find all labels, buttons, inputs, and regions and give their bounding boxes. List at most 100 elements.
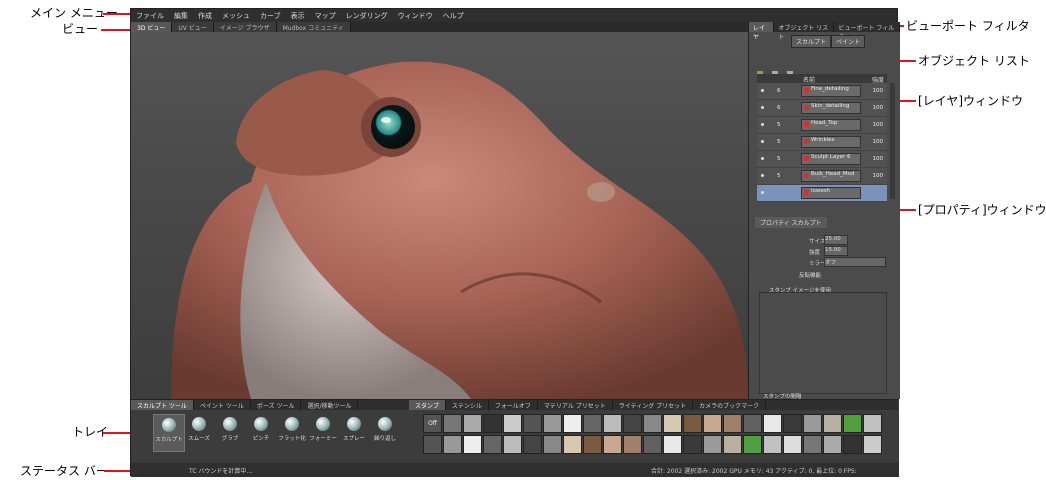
visibility-icon[interactable] xyxy=(761,123,764,126)
view-tab-3[interactable]: Mudbox コミュニティ xyxy=(276,22,351,32)
menu-item-5[interactable]: 表示 xyxy=(286,11,310,21)
stamp-thumbnail[interactable] xyxy=(783,435,802,454)
menu-item-0[interactable]: ファイル xyxy=(131,11,169,21)
visibility-icon[interactable] xyxy=(761,89,764,92)
stamp-thumbnail[interactable] xyxy=(643,435,662,454)
tool-0[interactable]: スカルプト xyxy=(153,414,185,452)
stamp-thumbnail[interactable] xyxy=(663,414,682,433)
stamp-thumbnail[interactable] xyxy=(723,414,742,433)
layer-row[interactable]: 5 Bulk_Head_Mod 100 xyxy=(757,168,887,185)
stamp-thumbnail[interactable] xyxy=(823,414,842,433)
stamp-thumbnail[interactable] xyxy=(503,414,522,433)
stamp-thumbnail[interactable] xyxy=(803,435,822,454)
layer-weight[interactable]: 100 xyxy=(873,122,884,128)
stamp-thumbnail[interactable] xyxy=(443,435,462,454)
layer-name-chip[interactable]: Skin_detailing xyxy=(801,102,861,114)
stamp-thumbnail[interactable] xyxy=(843,435,862,454)
stamp-thumbnail[interactable] xyxy=(703,414,722,433)
stamp-thumbnail[interactable] xyxy=(603,435,622,454)
menu-item-8[interactable]: ウィンドウ xyxy=(393,11,438,21)
stamp-thumbnail[interactable] xyxy=(563,414,582,433)
stamp-thumbnail[interactable] xyxy=(743,414,762,433)
layer-name-chip[interactable]: Head_Top xyxy=(801,119,861,131)
stamp-thumbnail[interactable] xyxy=(443,414,462,433)
3d-viewport[interactable] xyxy=(131,32,748,399)
menu-item-1[interactable]: 編集 xyxy=(169,11,193,21)
stamp-thumbnail[interactable] xyxy=(803,414,822,433)
stamp-thumbnail[interactable] xyxy=(663,435,682,454)
tray-tab-2[interactable]: ポーズ ツール xyxy=(251,400,302,410)
stamp-thumbnail[interactable] xyxy=(583,414,602,433)
layer-weight[interactable]: 100 xyxy=(873,105,884,111)
stamp-thumbnail[interactable] xyxy=(543,435,562,454)
tray-tab-1[interactable]: ペイント ツール xyxy=(194,400,251,410)
stamp-thumbnail[interactable] xyxy=(603,414,622,433)
right-tab-1[interactable]: オブジェクト リスト xyxy=(774,22,835,41)
mirror-select[interactable]: オフ xyxy=(824,257,886,267)
stamp-tab-2[interactable]: フォールオフ xyxy=(489,400,538,410)
tool-4[interactable]: フラット化 xyxy=(277,414,307,450)
layer-weight[interactable]: 100 xyxy=(873,156,884,162)
stamp-thumbnail[interactable] xyxy=(683,435,702,454)
visibility-icon[interactable] xyxy=(761,106,764,109)
tray-tab-3[interactable]: 選択/移動ツール xyxy=(301,400,359,410)
stamp-thumbnail[interactable] xyxy=(863,414,882,433)
stamp-thumbnail[interactable] xyxy=(703,435,722,454)
stamp-thumbnail[interactable] xyxy=(463,435,482,454)
right-tab-2[interactable]: ビューポート フィルタ xyxy=(834,22,900,41)
visibility-icon[interactable] xyxy=(761,174,764,177)
layer-name-chip[interactable]: Fine_detailing xyxy=(801,85,861,97)
visibility-icon[interactable] xyxy=(761,140,764,143)
tool-5[interactable]: フォーミー xyxy=(308,414,338,450)
toad-model-render[interactable] xyxy=(131,32,748,399)
tray-tab-0[interactable]: スカルプト ツール xyxy=(131,400,194,410)
stamp-thumbnail[interactable] xyxy=(863,435,882,454)
layer-list-scrollbar[interactable] xyxy=(890,83,895,199)
layer-row[interactable]: 5 Head_Top 100 xyxy=(757,117,887,134)
tool-1[interactable]: スムーズ xyxy=(184,414,214,450)
stamp-thumbnail[interactable] xyxy=(683,414,702,433)
menu-item-7[interactable]: レンダリング xyxy=(341,11,393,21)
view-tab-2[interactable]: イメージ ブラウザ xyxy=(213,22,277,32)
layer-row[interactable]: 6 Skin_detailing 100 xyxy=(757,100,887,117)
stamp-thumbnail[interactable] xyxy=(523,414,542,433)
stamp-thumbnail[interactable] xyxy=(763,414,782,433)
stamp-thumbnail[interactable] xyxy=(823,435,842,454)
visibility-icon[interactable] xyxy=(761,157,764,160)
menu-item-9[interactable]: ヘルプ xyxy=(438,11,469,21)
visibility-icon[interactable] xyxy=(761,191,764,194)
stamp-thumbnail[interactable] xyxy=(783,414,802,433)
stamp-thumbnail[interactable] xyxy=(503,435,522,454)
stamp-thumbnail[interactable]: Off xyxy=(423,414,442,433)
layer-name-chip[interactable]: Sculpt Layer 6 xyxy=(801,153,861,165)
strength-input[interactable]: 15.00 xyxy=(824,246,848,256)
layer-mode-tab-1[interactable]: ペイント xyxy=(831,35,866,48)
stamp-thumbnail[interactable] xyxy=(483,414,502,433)
layer-row[interactable]: 5 Sculpt Layer 6 100 xyxy=(757,151,887,168)
stamp-thumbnail[interactable] xyxy=(563,435,582,454)
layer-mode-tab-0[interactable]: スカルプト xyxy=(791,35,832,48)
menu-item-4[interactable]: カーブ xyxy=(255,11,286,21)
stamp-thumbnail[interactable] xyxy=(583,435,602,454)
stamp-tab-1[interactable]: ステンシル xyxy=(446,400,489,410)
tool-2[interactable]: グラブ xyxy=(215,414,245,450)
stamp-tab-5[interactable]: カメラのブックマーク xyxy=(693,400,767,410)
layer-row[interactable]: 5 Wrinkles 100 xyxy=(757,134,887,151)
menu-item-3[interactable]: メッシュ xyxy=(217,11,255,21)
layer-name-chip[interactable]: Wrinkles xyxy=(801,136,861,148)
stamp-thumbnail[interactable] xyxy=(743,435,762,454)
layer-row[interactable]: lowesh xyxy=(757,185,887,202)
layer-weight[interactable]: 100 xyxy=(873,139,884,145)
stamp-thumbnail[interactable] xyxy=(623,435,642,454)
layer-name-chip[interactable]: lowesh xyxy=(801,187,861,199)
tool-7[interactable]: 繰り返し xyxy=(370,414,400,450)
stamp-thumbnail[interactable] xyxy=(423,435,442,454)
menu-item-2[interactable]: 作成 xyxy=(193,11,217,21)
layer-row[interactable]: 6 Fine_detailing 100 xyxy=(757,83,887,100)
stamp-tab-3[interactable]: マテリアル プリセット xyxy=(538,400,613,410)
stamp-thumbnail[interactable] xyxy=(763,435,782,454)
tool-3[interactable]: ピンチ xyxy=(246,414,276,450)
layer-name-chip[interactable]: Bulk_Head_Mod xyxy=(801,170,861,182)
stamp-thumbnail[interactable] xyxy=(463,414,482,433)
stamp-thumbnail[interactable] xyxy=(723,435,742,454)
